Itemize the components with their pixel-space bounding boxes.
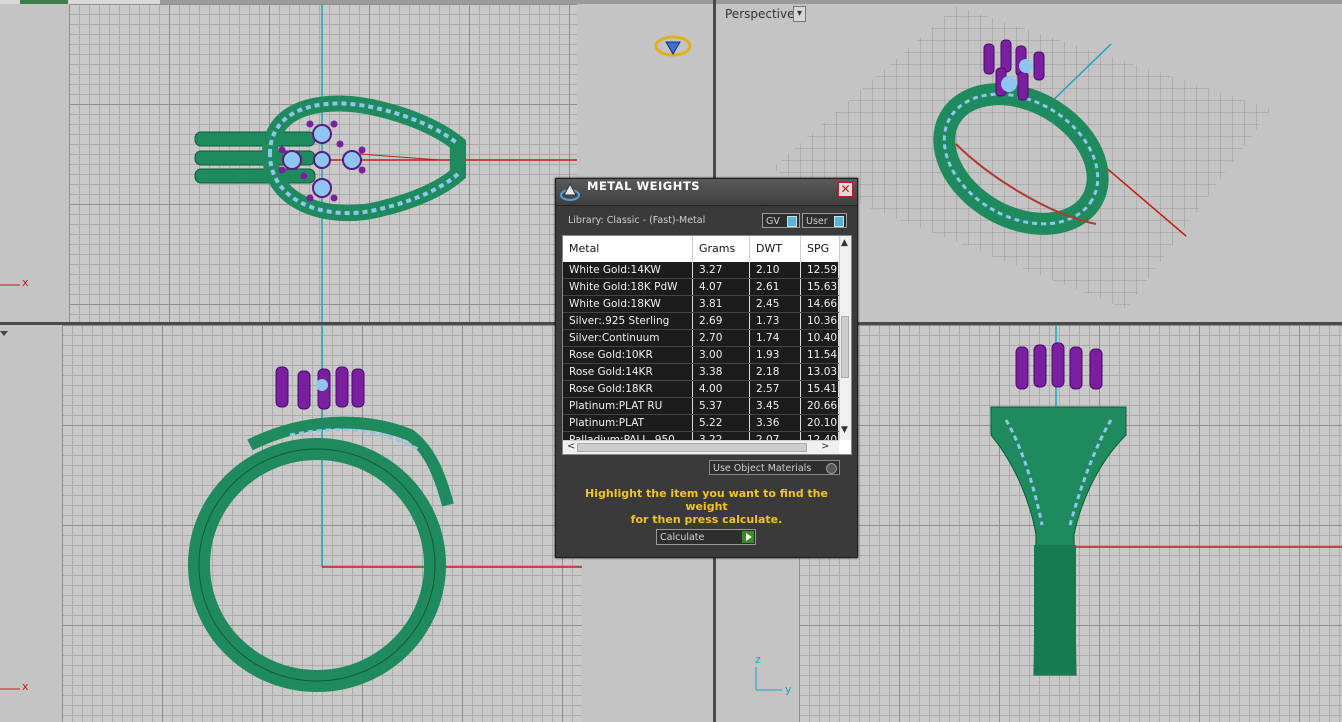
calculate-label: Calculate [660, 532, 705, 543]
table-row[interactable]: Rose Gold:18KR 4.00 2.57 15.41 [563, 381, 839, 398]
instruction-line-2: for then press calculate. [630, 513, 783, 526]
play-icon [742, 531, 754, 543]
cell-grams: 2.70 [693, 330, 750, 346]
cell-dwt: 1.74 [750, 330, 801, 346]
table-row[interactable]: Silver:.925 Sterling 2.69 1.73 10.36 [563, 313, 839, 330]
cell-grams: 3.00 [693, 347, 750, 363]
instruction-line-1: Highlight the item you want to find the … [585, 487, 828, 513]
cell-dwt: 2.10 [750, 262, 801, 278]
calculate-button[interactable]: Calculate [656, 529, 756, 545]
cell-dwt: 3.36 [750, 415, 801, 431]
axis-x-label-bottom: x [22, 680, 29, 693]
cell-dwt: 2.45 [750, 296, 801, 312]
use-object-materials-label: Use Object Materials [713, 463, 812, 474]
cell-grams: 3.38 [693, 364, 750, 380]
table-row[interactable]: White Gold:18KW 3.81 2.45 14.66 [563, 296, 839, 313]
table-row[interactable]: Platinum:PLAT 5.22 3.36 20.10 [563, 415, 839, 432]
cell-metal: White Gold:18KW [563, 296, 693, 312]
gv-toggle[interactable]: GV [762, 213, 800, 228]
radio-knob-icon [826, 463, 837, 474]
cell-dwt: 3.45 [750, 398, 801, 414]
scroll-right-icon[interactable]: > [821, 441, 829, 452]
axis-x-label-top: x [22, 276, 29, 289]
cell-grams: 2.69 [693, 313, 750, 329]
scroll-left-icon[interactable]: < [567, 441, 575, 452]
table-row[interactable]: White Gold:18K PdW 4.07 2.61 15.63 [563, 279, 839, 296]
table-body: White Gold:14KW 3.27 2.10 12.59 White Gold:1… [563, 262, 839, 449]
table-row[interactable]: Silver:Continuum 2.70 1.74 10.40 [563, 330, 839, 347]
scrollbar-thumb[interactable] [841, 316, 849, 378]
cell-metal: Rose Gold:14KR [563, 364, 693, 380]
table-header: Metal Grams DWT SPG [563, 236, 839, 262]
cell-grams: 3.81 [693, 296, 750, 312]
cell-grams: 5.37 [693, 398, 750, 414]
library-label: Library: Classic - (Fast)-Metal [568, 215, 706, 226]
gv-toggle-label: GV [766, 216, 780, 227]
viewport-perspective-label[interactable]: Perspective [725, 7, 795, 21]
user-toggle-label: User [806, 216, 828, 227]
metal-weights-dialog: METAL WEIGHTS ✕ Library: Classic - (Fast… [555, 178, 858, 558]
cell-dwt: 2.61 [750, 279, 801, 295]
column-header-grams[interactable]: Grams [693, 236, 750, 262]
cell-metal: Platinum:PLAT [563, 415, 693, 431]
table-row[interactable]: Rose Gold:14KR 3.38 2.18 13.03 [563, 364, 839, 381]
cell-grams: 5.22 [693, 415, 750, 431]
diamond-gizmo-icon [654, 35, 692, 57]
cell-metal: Silver:.925 Sterling [563, 313, 693, 329]
cell-metal: White Gold:18K PdW [563, 279, 693, 295]
table-horizontal-scrollbar[interactable]: < > [563, 440, 839, 454]
instruction-text: Highlight the item you want to find the … [566, 487, 847, 526]
cell-grams: 4.00 [693, 381, 750, 397]
column-header-dwt[interactable]: DWT [750, 236, 801, 262]
cell-spg: 13.03 [801, 364, 839, 380]
table-row[interactable]: Platinum:PLAT RU 5.37 3.45 20.66 [563, 398, 839, 415]
viewport-dropdown-icon[interactable]: ▾ [793, 6, 806, 22]
cell-metal: White Gold:14KW [563, 262, 693, 278]
table-vertical-scrollbar[interactable]: ▲ ▼ [839, 236, 851, 440]
column-header-spg[interactable]: SPG [801, 236, 839, 262]
cell-spg: 14.66 [801, 296, 839, 312]
cell-dwt: 1.73 [750, 313, 801, 329]
dialog-title: METAL WEIGHTS [587, 179, 700, 193]
cell-dwt: 2.18 [750, 364, 801, 380]
cell-spg: 15.63 [801, 279, 839, 295]
cell-spg: 10.40 [801, 330, 839, 346]
scroll-down-icon[interactable]: ▼ [841, 425, 848, 435]
toggle-knob-icon [834, 216, 844, 227]
column-header-metal[interactable]: Metal [563, 236, 693, 262]
cell-grams: 3.27 [693, 262, 750, 278]
cell-dwt: 1.93 [750, 347, 801, 363]
axis-z-label: z [755, 653, 761, 666]
close-icon[interactable]: ✕ [838, 182, 853, 197]
use-object-materials-toggle[interactable]: Use Object Materials [709, 460, 840, 475]
cell-metal: Rose Gold:10KR [563, 347, 693, 363]
cell-metal: Platinum:PLAT RU [563, 398, 693, 414]
table-row[interactable]: Rose Gold:10KR 3.00 1.93 11.54 [563, 347, 839, 364]
cell-spg: 11.54 [801, 347, 839, 363]
cell-spg: 20.66 [801, 398, 839, 414]
cell-grams: 4.07 [693, 279, 750, 295]
cell-spg: 10.36 [801, 313, 839, 329]
cell-metal: Silver:Continuum [563, 330, 693, 346]
user-toggle[interactable]: User [802, 213, 847, 228]
cell-dwt: 2.57 [750, 381, 801, 397]
scrollbar-thumb[interactable] [577, 443, 807, 452]
cell-spg: 12.59 [801, 262, 839, 278]
table-row[interactable]: White Gold:14KW 3.27 2.10 12.59 [563, 262, 839, 279]
cell-spg: 15.41 [801, 381, 839, 397]
toggle-knob-icon [787, 216, 797, 227]
dialog-titlebar[interactable]: METAL WEIGHTS ✕ [556, 179, 857, 206]
app-logo-icon [560, 182, 580, 201]
metal-table[interactable]: Metal Grams DWT SPG White Gold:14KW 3.27 2… [562, 235, 852, 455]
scroll-up-icon[interactable]: ▲ [841, 238, 848, 248]
cell-spg: 20.10 [801, 415, 839, 431]
axis-y-label: y [785, 683, 792, 696]
cell-metal: Rose Gold:18KR [563, 381, 693, 397]
